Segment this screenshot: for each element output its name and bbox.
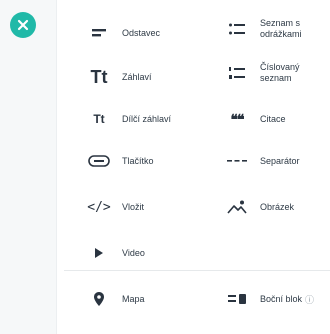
- block-embed[interactable]: </> Vložit: [82, 192, 144, 222]
- block-map[interactable]: Mapa: [82, 284, 145, 314]
- block-label: Obrázek: [260, 201, 295, 212]
- block-label: Seznam s odrážkami: [260, 18, 302, 39]
- block-separator[interactable]: Separátor: [220, 146, 300, 176]
- block-sidebar[interactable]: Boční blok ⓘ: [220, 284, 314, 314]
- block-label: Číslovaný seznam: [260, 62, 300, 83]
- block-paragraph[interactable]: Odstavec: [82, 18, 160, 48]
- sidebar-block-icon: [220, 284, 254, 314]
- block-subheading[interactable]: Tt Dílčí záhlaví: [82, 104, 171, 134]
- play-icon: [82, 238, 116, 268]
- map-pin-icon: [82, 284, 116, 314]
- block-label: Záhlaví: [122, 71, 152, 82]
- button-icon: [82, 146, 116, 176]
- block-label: Tlačítko: [122, 155, 154, 166]
- block-numbered-list[interactable]: Číslovaný seznam: [220, 58, 308, 88]
- heading-icon: Tt: [90, 66, 108, 87]
- block-label: Dílčí záhlaví: [122, 113, 172, 124]
- numbered-list-icon: [220, 58, 254, 88]
- paragraph-icon: [82, 18, 116, 48]
- block-label: Odstavec: [122, 27, 161, 38]
- block-label: Vložit: [122, 201, 145, 212]
- block-label: Citace: [260, 113, 286, 124]
- quote-icon: ❝❝: [230, 110, 244, 127]
- subheading-icon: Tt: [93, 112, 105, 126]
- block-label: Boční blok: [260, 293, 303, 304]
- block-bullet-list[interactable]: Seznam s odrážkami: [220, 14, 308, 44]
- block-label: Mapa: [122, 293, 145, 304]
- block-heading[interactable]: Tt Záhlaví: [82, 62, 152, 92]
- block-label: Video: [122, 247, 145, 258]
- close-button[interactable]: [10, 12, 36, 38]
- info-icon[interactable]: ⓘ: [305, 293, 314, 306]
- block-label: Separátor: [260, 155, 300, 166]
- code-icon: </>: [87, 199, 111, 215]
- close-icon: [17, 19, 29, 31]
- block-button[interactable]: Tlačítko: [82, 146, 154, 176]
- separator-icon: [220, 146, 254, 176]
- bullet-list-icon: [220, 14, 254, 44]
- left-rail: [0, 0, 57, 334]
- section-divider: [64, 270, 330, 271]
- block-video[interactable]: Video: [82, 238, 145, 268]
- image-icon: [220, 192, 254, 222]
- block-quote[interactable]: ❝❝ Citace: [220, 104, 286, 134]
- block-image[interactable]: Obrázek: [220, 192, 294, 222]
